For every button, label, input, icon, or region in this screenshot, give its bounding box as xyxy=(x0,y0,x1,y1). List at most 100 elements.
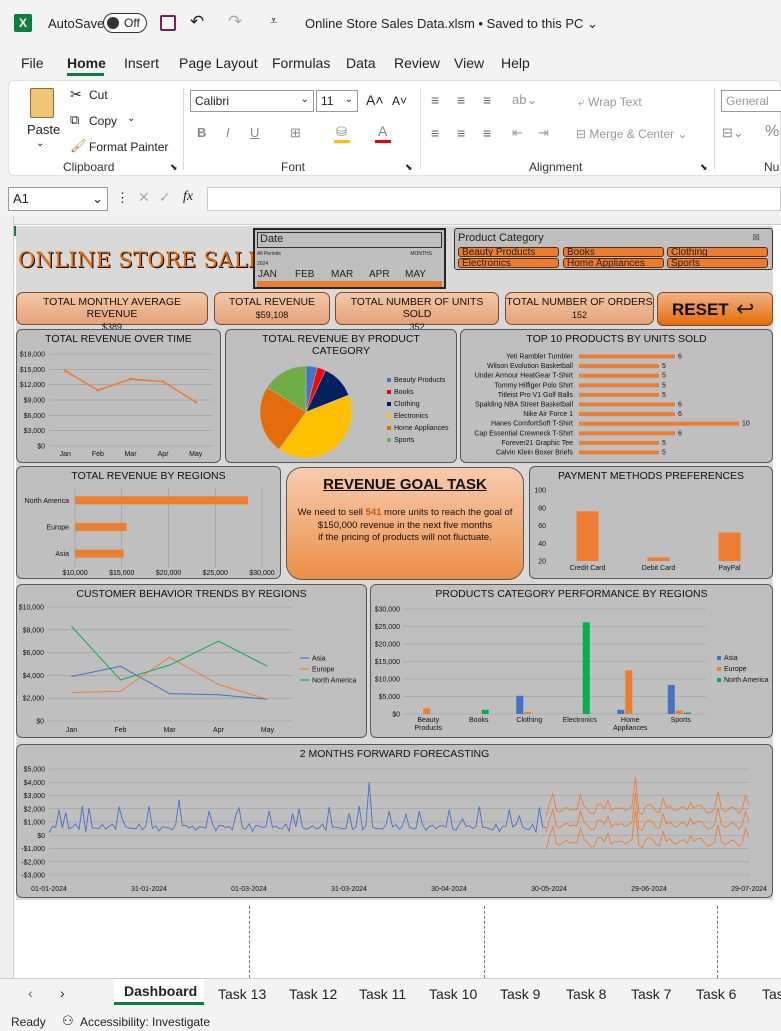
tab-scroll-right-icon[interactable]: › xyxy=(60,985,65,1001)
legend-label: Books xyxy=(394,389,414,396)
bold-icon[interactable]: B xyxy=(197,125,206,140)
legend-label: Electronics xyxy=(394,413,429,420)
date-timeline-bar[interactable] xyxy=(257,281,442,287)
merge-icon: ⊟ xyxy=(576,127,587,141)
wrap-text-button[interactable]: ⤶ Wrap Text xyxy=(578,95,642,110)
menu-help[interactable]: Help xyxy=(501,55,530,71)
decrease-indent-icon[interactable]: ⇤ xyxy=(512,125,523,141)
x-tick-label: Credit Card xyxy=(570,565,606,572)
date-month-jan[interactable]: JAN xyxy=(258,269,277,280)
undo-icon[interactable]: ↶ xyxy=(190,12,204,32)
copy-button[interactable]: Copy xyxy=(89,114,117,128)
cancel-icon[interactable]: ✕ xyxy=(138,189,150,206)
clear-filter-icon[interactable]: ⊠ xyxy=(752,232,760,243)
alignment-launcher-icon[interactable]: ⬊ xyxy=(700,162,708,173)
clipboard-launcher-icon[interactable]: ⬊ xyxy=(170,162,178,173)
menu-view[interactable]: View xyxy=(454,55,484,71)
date-slicer-unit[interactable]: MONTHS xyxy=(410,251,432,257)
file-name-text: Online Store Sales Data.xlsm xyxy=(305,16,475,31)
borders-icon[interactable]: ⊞ xyxy=(290,125,301,141)
tab-task-10[interactable]: Task 10 xyxy=(429,986,477,1002)
save-icon[interactable] xyxy=(160,15,176,31)
font-size-select[interactable]: 11 ⌄ xyxy=(316,90,358,112)
reset-button[interactable]: RESET ↩ xyxy=(657,292,773,326)
bottom-align-icon[interactable]: ≡ xyxy=(483,92,491,108)
cut-button[interactable]: Cut xyxy=(89,88,108,102)
category-clothing[interactable]: Clothing xyxy=(667,247,768,258)
number-format-select[interactable]: General xyxy=(721,90,781,112)
file-name[interactable]: Online Store Sales Data.xlsm • Saved to … xyxy=(305,16,598,32)
tab-task-7[interactable]: Task 7 xyxy=(631,986,671,1002)
category-electronics[interactable]: Electronics xyxy=(458,258,559,269)
menu-insert[interactable]: Insert xyxy=(124,55,159,71)
legend-label: Home Appliances xyxy=(394,425,449,432)
tab-task-13[interactable]: Task 13 xyxy=(218,986,266,1002)
name-box[interactable]: A1 ⌄ xyxy=(8,187,108,211)
percent-icon[interactable]: % xyxy=(765,123,779,141)
customize-toolbar-icon[interactable]: ⩡ xyxy=(270,13,277,29)
category-home-appliances[interactable]: Home Appliances xyxy=(563,258,664,269)
middle-align-icon[interactable]: ≡ xyxy=(457,92,465,108)
menu-formulas[interactable]: Formulas xyxy=(272,55,330,71)
italic-icon[interactable]: I xyxy=(226,125,230,140)
y-tick-label: $3,000 xyxy=(24,428,46,435)
menu-review[interactable]: Review xyxy=(394,55,440,71)
y-tick-label: -$1,000 xyxy=(21,846,45,853)
date-month-feb[interactable]: FEB xyxy=(295,269,314,280)
tab-task-8[interactable]: Task 8 xyxy=(566,986,606,1002)
category-books[interactable]: Books xyxy=(563,247,664,258)
insert-function-icon[interactable]: fx xyxy=(183,189,193,205)
merge-center-button[interactable]: ⊟ Merge & Center ⌄ xyxy=(576,127,688,141)
menu-data[interactable]: Data xyxy=(346,55,376,71)
menu-home[interactable]: Home xyxy=(67,55,106,71)
more-options-icon[interactable]: ⋮ xyxy=(116,190,129,206)
top-align-icon[interactable]: ≡ xyxy=(431,92,439,108)
grow-font-icon[interactable]: A˄ xyxy=(366,92,384,108)
shrink-font-icon[interactable]: A˅ xyxy=(392,94,407,108)
font-name-select[interactable]: Calibri ⌄ xyxy=(190,90,314,112)
font-launcher-icon[interactable]: ⬊ xyxy=(405,162,413,173)
date-slicer-year: 2024 xyxy=(257,261,269,267)
enter-icon[interactable]: ✓ xyxy=(159,189,171,206)
redo-icon[interactable]: ↷ xyxy=(228,12,242,32)
autosave-toggle[interactable]: Off xyxy=(103,13,147,33)
tab-scroll-left-icon[interactable]: ‹ xyxy=(28,985,33,1001)
tab-dashboard[interactable]: Dashboard xyxy=(124,983,197,999)
paste-dropdown-icon[interactable]: ⌄ xyxy=(36,138,44,149)
bar xyxy=(579,440,659,445)
date-slicer[interactable]: Date All Periods MONTHS 2024 JAN FEB MAR… xyxy=(253,228,446,289)
tab-task-11[interactable]: Task 11 xyxy=(359,986,406,1002)
orientation-icon[interactable]: ab⌄ xyxy=(512,92,537,108)
align-right-icon[interactable]: ≡ xyxy=(483,125,491,141)
revenue-by-regions-chart: $10,000 $15,000 $20,000 $25,000 $30,000 North… xyxy=(25,487,275,577)
underline-icon[interactable]: U xyxy=(250,125,259,140)
category-sports[interactable]: Sports xyxy=(667,258,768,269)
legend-swatch xyxy=(387,402,391,406)
align-center-icon[interactable]: ≡ xyxy=(457,125,465,141)
menu-file[interactable]: File xyxy=(21,55,44,71)
paste-button[interactable]: Paste xyxy=(27,122,60,137)
tab-task-6[interactable]: Task 6 xyxy=(696,986,736,1002)
date-month-apr[interactable]: APR xyxy=(369,269,390,280)
copy-dropdown-icon[interactable]: ⌄ xyxy=(127,113,135,124)
increase-indent-icon[interactable]: ⇥ xyxy=(538,125,549,141)
menu-page-layout[interactable]: Page Layout xyxy=(179,55,258,71)
tab-task-12[interactable]: Task 12 xyxy=(289,986,337,1002)
currency-icon[interactable]: ⊟⌄ xyxy=(722,125,744,141)
y-tick-label: $12,000 xyxy=(20,382,45,389)
tab-task-9[interactable]: Task 9 xyxy=(500,986,540,1002)
fill-color-icon[interactable]: ⛁ xyxy=(336,124,347,140)
date-month-may[interactable]: MAY xyxy=(405,269,426,280)
align-left-icon[interactable]: ≡ xyxy=(431,125,439,141)
accessibility-status[interactable]: Accessibility: Investigate xyxy=(80,1015,210,1029)
font-color-icon[interactable]: A xyxy=(378,123,387,139)
format-painter-button[interactable]: Format Painter xyxy=(89,140,168,154)
category-beauty-products[interactable]: Beauty Products xyxy=(458,247,559,258)
y-tick-label: $9,000 xyxy=(24,398,46,405)
tab-task-5[interactable]: Tas xyxy=(762,986,781,1002)
date-month-mar[interactable]: MAR xyxy=(331,269,353,280)
date-slicer-all[interactable]: All Periods xyxy=(257,251,281,257)
formula-input[interactable] xyxy=(207,187,781,211)
accessibility-icon: ⚇ xyxy=(62,1013,74,1028)
paste-icon[interactable] xyxy=(30,88,54,118)
